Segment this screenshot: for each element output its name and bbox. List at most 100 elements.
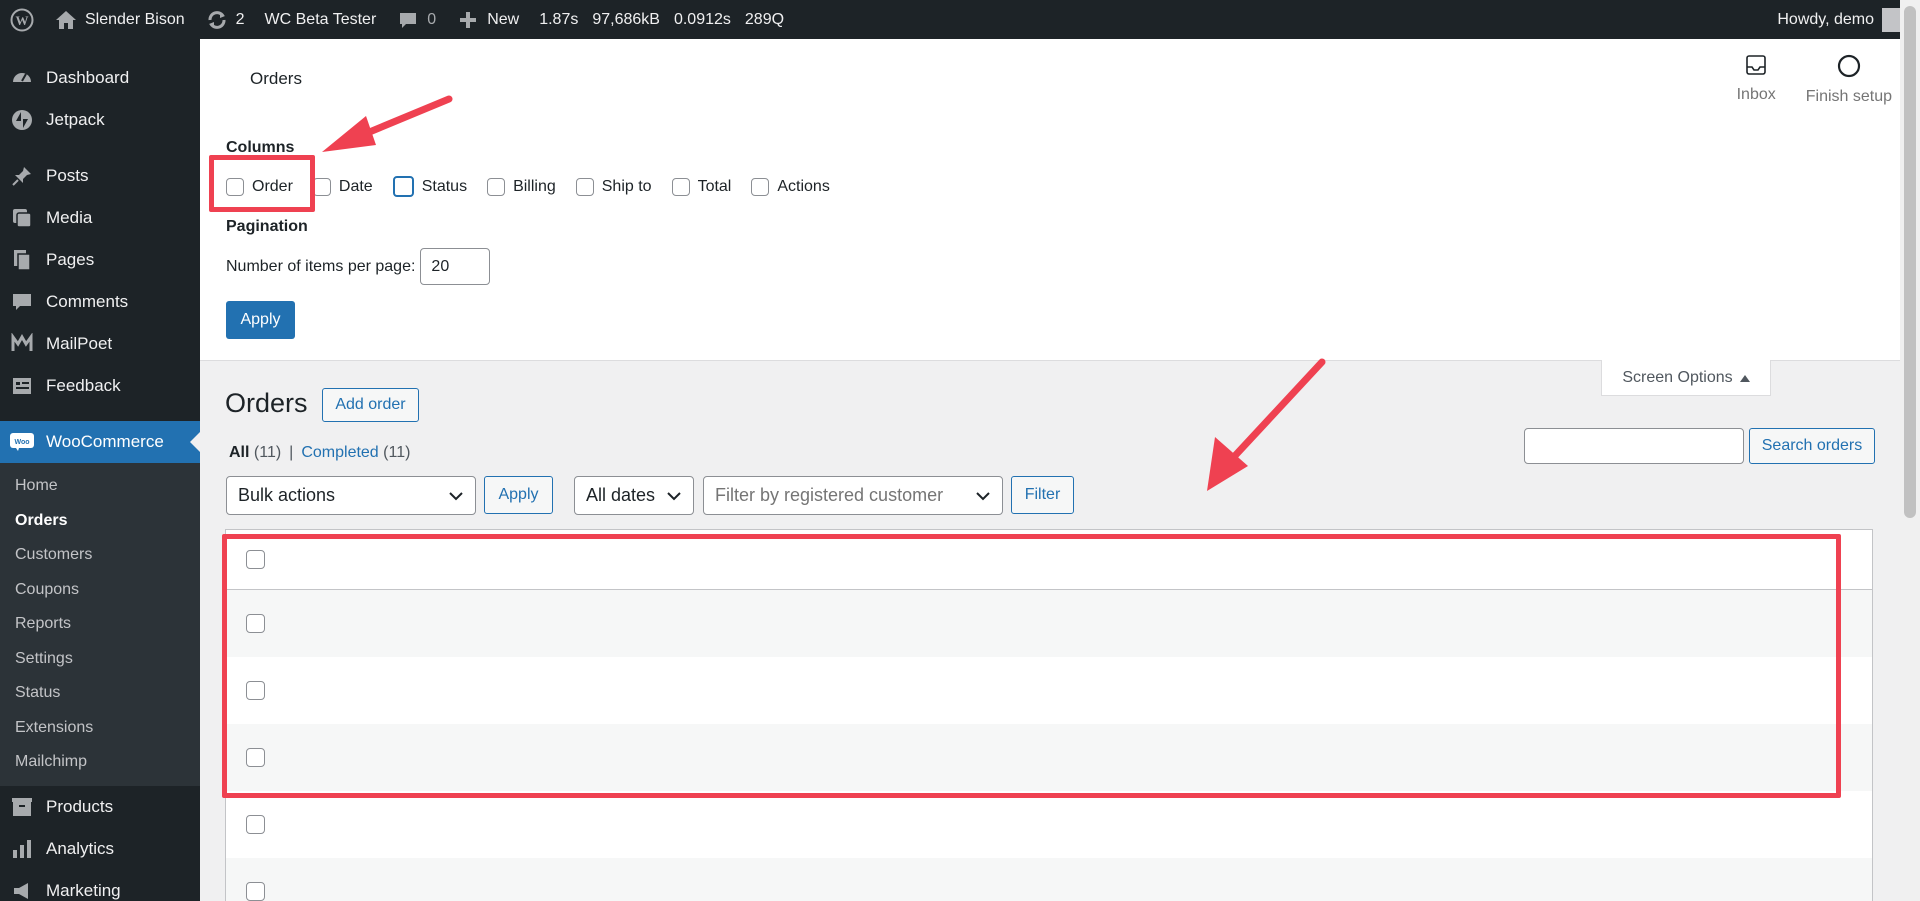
inbox-button[interactable]: Inbox bbox=[1737, 53, 1776, 106]
view-separator: | bbox=[289, 444, 294, 461]
filter-button[interactable]: Filter bbox=[1011, 476, 1074, 514]
submenu-item-settings[interactable]: Settings bbox=[0, 642, 200, 677]
table-row[interactable] bbox=[226, 858, 1872, 901]
sidebar-item-mailpoet[interactable]: MailPoet bbox=[0, 323, 200, 365]
table-row[interactable] bbox=[226, 791, 1872, 858]
sidebar-item-label: Pages bbox=[46, 250, 95, 269]
sidebar-item-jetpack[interactable]: Jetpack bbox=[0, 99, 200, 141]
sidebar-item-pages[interactable]: Pages bbox=[0, 239, 200, 281]
view-all[interactable]: All (11) bbox=[229, 444, 281, 462]
wordpress-icon: W bbox=[10, 8, 34, 32]
scrollbar-thumb[interactable] bbox=[1904, 6, 1916, 518]
checkbox[interactable] bbox=[226, 177, 244, 196]
customer-filter-select[interactable]: Filter by registered customer bbox=[703, 476, 1003, 515]
submenu-item-orders[interactable]: Orders bbox=[0, 504, 200, 539]
sidebar-item-label: Products bbox=[46, 796, 114, 816]
bulk-actions-select[interactable]: Bulk actions bbox=[226, 476, 476, 515]
sidebar-item-analytics[interactable]: Analytics bbox=[0, 828, 200, 870]
screen-options-apply-button[interactable]: Apply bbox=[226, 301, 295, 339]
wc-header-title: Orders bbox=[250, 69, 302, 88]
column-toggle-actions[interactable]: Actions bbox=[751, 177, 830, 196]
column-toggle-ship-to[interactable]: Ship to bbox=[575, 177, 652, 196]
bulk-actions-value: Bulk actions bbox=[238, 485, 336, 505]
dates-filter-value: All dates bbox=[586, 485, 656, 505]
add-order-button[interactable]: Add order bbox=[322, 388, 419, 422]
wordpress-logo-button[interactable]: W bbox=[0, 0, 44, 39]
sidebar-item-marketing[interactable]: Marketing bbox=[0, 870, 200, 901]
query-monitor-link[interactable]: 1.87s 97,686kB 0.0912s 289Q bbox=[529, 0, 794, 39]
plus-icon bbox=[456, 8, 480, 32]
sidebar-item-woocommerce[interactable]: Woo WooCommerce bbox=[0, 421, 200, 463]
comments-link[interactable]: 0 bbox=[386, 0, 446, 39]
row-checkbox[interactable] bbox=[246, 815, 265, 834]
submenu-item-coupons[interactable]: Coupons bbox=[0, 573, 200, 608]
checkbox[interactable] bbox=[487, 177, 506, 196]
sidebar-item-label: Comments bbox=[46, 292, 129, 311]
columns-checkbox-row: Order Date Status Billing Ship to Total … bbox=[226, 176, 830, 197]
view-completed-label: Completed bbox=[301, 444, 379, 461]
sidebar-item-comments[interactable]: Comments bbox=[0, 281, 200, 323]
submenu-item-mailchimp[interactable]: Mailchimp bbox=[0, 745, 200, 780]
my-account-link[interactable]: Howdy, demo bbox=[1777, 7, 1920, 32]
column-toggle-total[interactable]: Total bbox=[671, 177, 732, 196]
row-checkbox[interactable] bbox=[246, 614, 265, 633]
site-name: Slender Bison bbox=[85, 10, 185, 28]
checkbox[interactable] bbox=[392, 176, 414, 197]
submenu-item-customers[interactable]: Customers bbox=[0, 538, 200, 573]
column-toggle-order[interactable]: Order bbox=[226, 177, 293, 196]
column-toggle-label: Date bbox=[338, 177, 373, 195]
submenu-item-status[interactable]: Status bbox=[0, 676, 200, 711]
screen-options-toggle[interactable]: Screen Options bbox=[1601, 360, 1771, 396]
search-orders-button[interactable]: Search orders bbox=[1749, 428, 1875, 464]
woo-badge-text: Woo bbox=[14, 439, 29, 446]
perf-queries: 289Q bbox=[744, 10, 785, 28]
submenu-item-extensions[interactable]: Extensions bbox=[0, 711, 200, 746]
perf-time: 1.87s bbox=[539, 10, 579, 28]
howdy-label: Howdy, demo bbox=[1777, 10, 1874, 28]
checkbox[interactable] bbox=[671, 177, 690, 196]
woocommerce-icon: Woo bbox=[10, 430, 34, 454]
new-content-link[interactable]: New bbox=[446, 0, 529, 39]
table-row[interactable] bbox=[226, 724, 1872, 791]
annotation-arrow bbox=[1207, 358, 1326, 491]
column-toggle-date[interactable]: Date bbox=[312, 177, 373, 196]
updates-link[interactable]: 2 bbox=[195, 0, 255, 39]
checkbox[interactable] bbox=[312, 177, 331, 196]
wc-header-actions: Inbox Finish setup bbox=[1737, 53, 1892, 106]
view-completed-count: (11) bbox=[383, 444, 411, 461]
per-page-input[interactable]: 20 bbox=[420, 248, 491, 285]
row-checkbox[interactable] bbox=[246, 681, 265, 700]
inbox-label: Inbox bbox=[1736, 86, 1776, 103]
submenu-item-reports[interactable]: Reports bbox=[0, 607, 200, 642]
perf-memory: 97,686kB bbox=[592, 10, 660, 28]
sidebar-item-label: Feedback bbox=[46, 376, 121, 395]
search-input[interactable] bbox=[1524, 428, 1744, 464]
select-all-checkbox[interactable] bbox=[246, 550, 265, 569]
beta-tester-link[interactable]: WC Beta Tester bbox=[255, 0, 387, 39]
submenu-item-home[interactable]: Home bbox=[0, 469, 200, 504]
sidebar-item-label: Posts bbox=[46, 166, 89, 185]
row-checkbox[interactable] bbox=[246, 748, 265, 767]
column-toggle-billing[interactable]: Billing bbox=[487, 177, 556, 196]
view-completed[interactable]: Completed (11) bbox=[301, 444, 410, 462]
table-row[interactable] bbox=[226, 657, 1872, 724]
checkbox[interactable] bbox=[751, 177, 770, 196]
column-toggle-status[interactable]: Status bbox=[392, 176, 467, 197]
site-name-link[interactable]: Slender Bison bbox=[44, 0, 195, 39]
chevron-down-icon bbox=[974, 487, 992, 505]
dates-filter-select[interactable]: All dates bbox=[574, 476, 694, 515]
bulk-apply-button[interactable]: Apply bbox=[484, 476, 553, 514]
row-checkbox[interactable] bbox=[246, 882, 265, 901]
comments-count: 0 bbox=[427, 10, 437, 28]
sidebar-item-feedback[interactable]: Feedback bbox=[0, 365, 200, 407]
finish-setup-button[interactable]: Finish setup bbox=[1806, 53, 1892, 106]
sidebar-item-posts[interactable]: Posts bbox=[0, 155, 200, 197]
checkbox[interactable] bbox=[575, 177, 594, 196]
column-toggle-label: Total bbox=[697, 177, 732, 195]
sidebar-item-products[interactable]: Products bbox=[0, 786, 200, 828]
table-row[interactable] bbox=[226, 590, 1872, 657]
sidebar-item-media[interactable]: Media bbox=[0, 197, 200, 239]
products-icon bbox=[10, 795, 34, 819]
feedback-icon bbox=[10, 374, 34, 398]
sidebar-item-dashboard[interactable]: Dashboard bbox=[0, 57, 200, 99]
